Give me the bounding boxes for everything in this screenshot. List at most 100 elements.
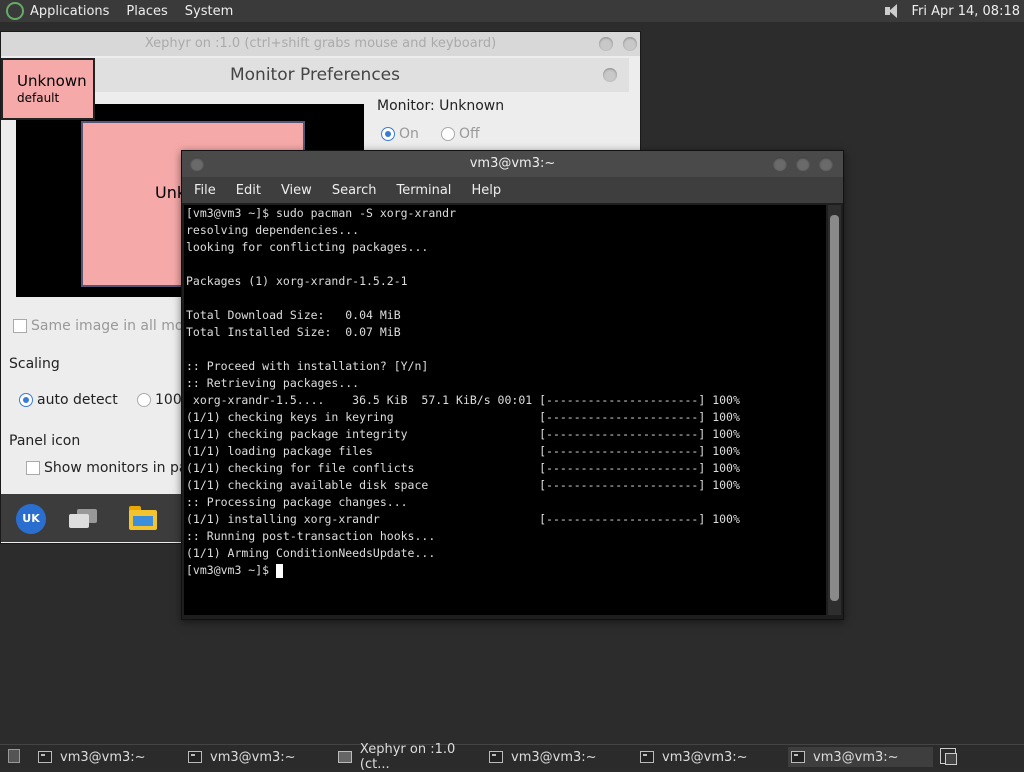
menu-terminal[interactable]: Terminal bbox=[396, 183, 451, 198]
show-monitors-checkbox[interactable]: Show monitors in pan bbox=[26, 460, 196, 476]
terminal-line: Total Download Size: 0.04 MiB bbox=[186, 308, 401, 322]
terminal-icon bbox=[791, 751, 805, 763]
terminal-line: resolving dependencies... bbox=[186, 223, 360, 237]
terminal-line: :: Processing package changes... bbox=[186, 495, 408, 509]
top-panel-tray: Fri Apr 14, 08:18 bbox=[883, 0, 1020, 22]
terminal-icon bbox=[640, 751, 654, 763]
terminal-titlebar[interactable]: vm3@vm3:~ bbox=[182, 151, 843, 177]
maximize-icon[interactable] bbox=[796, 157, 810, 171]
xephyr-titlebar[interactable]: Xephyr on :1.0 (ctrl+shift grabs mouse a… bbox=[1, 32, 640, 56]
terminal-menubar: File Edit View Search Terminal Help bbox=[182, 177, 843, 203]
taskbar-item[interactable]: vm3@vm3:~ bbox=[640, 747, 785, 767]
checkbox-icon[interactable] bbox=[13, 319, 27, 333]
terminal-icon bbox=[38, 751, 52, 763]
radio-auto-icon[interactable] bbox=[19, 393, 33, 407]
windows-icon[interactable] bbox=[69, 509, 97, 529]
distro-logo-icon[interactable] bbox=[6, 2, 24, 20]
terminal-scrollbar[interactable] bbox=[828, 205, 841, 615]
monitor-off-radio[interactable]: Off bbox=[441, 126, 480, 142]
monitor-box-name: Unknown bbox=[17, 72, 87, 90]
dock: UK bbox=[1, 494, 181, 542]
terminal-line: Packages (1) xorg-xrandr-1.5.2-1 bbox=[186, 274, 408, 288]
text-cursor bbox=[276, 563, 284, 578]
checkbox-icon[interactable] bbox=[26, 461, 40, 475]
menu-applications[interactable]: Applications bbox=[30, 4, 109, 19]
taskbar-item[interactable]: Xephyr on :1.0 (ct... bbox=[338, 742, 488, 772]
menu-search[interactable]: Search bbox=[332, 183, 377, 198]
monitor-prefs-close-icon[interactable] bbox=[603, 68, 617, 82]
speaker-icon[interactable] bbox=[883, 3, 901, 19]
menu-places[interactable]: Places bbox=[126, 4, 167, 19]
monitor-name-label: Monitor: Unknown bbox=[377, 98, 505, 114]
close-icon[interactable] bbox=[623, 37, 637, 51]
workspace-switcher-icon[interactable] bbox=[940, 748, 957, 765]
taskbar-item[interactable]: vm3@vm3:~ bbox=[38, 747, 183, 767]
terminal-line: (1/1) checking keys in keyring [--------… bbox=[186, 410, 740, 424]
off-label: Off bbox=[459, 126, 480, 142]
scaling-heading: Scaling bbox=[9, 356, 60, 372]
folder-icon[interactable] bbox=[129, 506, 157, 530]
bottom-taskbar: vm3@vm3:~ vm3@vm3:~ Xephyr on :1.0 (ct..… bbox=[0, 742, 1024, 772]
terminal-icon bbox=[188, 751, 202, 763]
monitor-prefs-titlebar[interactable]: Monitor Preferences bbox=[1, 58, 629, 92]
minimize-icon[interactable] bbox=[773, 157, 787, 171]
taskbar-item[interactable]: vm3@vm3:~ bbox=[188, 747, 333, 767]
menu-edit[interactable]: Edit bbox=[236, 183, 261, 198]
menu-help[interactable]: Help bbox=[471, 183, 501, 198]
show-monitors-label: Show monitors in pan bbox=[44, 460, 197, 476]
terminal-line: (1/1) checking for file conflicts [-----… bbox=[186, 461, 740, 475]
xephyr-icon bbox=[338, 751, 352, 763]
terminal-output[interactable]: [vm3@vm3 ~]$ sudo pacman -S xorg-xrandr … bbox=[184, 205, 826, 615]
taskbar-item[interactable]: vm3@vm3:~ bbox=[489, 747, 634, 767]
terminal-line: looking for conflicting packages... bbox=[186, 240, 429, 254]
monitor-box-sub: default bbox=[17, 91, 60, 105]
uk-logo-icon[interactable]: UK bbox=[16, 504, 46, 534]
menu-file[interactable]: File bbox=[194, 183, 216, 198]
panel-icon-heading: Panel icon bbox=[9, 433, 81, 449]
taskbar-item-active[interactable]: vm3@vm3:~ bbox=[788, 747, 933, 767]
scrollbar-thumb[interactable] bbox=[830, 215, 839, 601]
terminal-line: (1/1) checking package integrity [------… bbox=[186, 427, 740, 441]
terminal-line: (1/1) loading package files [-----------… bbox=[186, 444, 740, 458]
top-panel: Applications Places System Fri Apr 14, 0… bbox=[0, 0, 1024, 22]
terminal-line: :: Proceed with installation? [Y/n] bbox=[186, 359, 429, 373]
minimize-icon[interactable] bbox=[599, 37, 613, 51]
monitor-prefs-title: Monitor Preferences bbox=[229, 65, 400, 85]
terminal-line: (1/1) Arming ConditionNeedsUpdate... bbox=[186, 546, 436, 560]
radio-100-icon[interactable] bbox=[137, 393, 151, 407]
monitor-on-radio[interactable]: On bbox=[381, 126, 419, 142]
scaling-auto-radio[interactable]: auto detect bbox=[19, 392, 118, 408]
taskbar-item-label: vm3@vm3:~ bbox=[813, 749, 899, 765]
terminal-line: Total Installed Size: 0.07 MiB bbox=[186, 325, 401, 339]
terminal-prompt: [vm3@vm3 ~]$ bbox=[186, 563, 277, 577]
terminal-line: (1/1) installing xorg-xrandr [----------… bbox=[186, 512, 740, 526]
terminal-window: vm3@vm3:~ File Edit View Search Terminal… bbox=[181, 150, 844, 620]
scaling-100-radio[interactable]: 100 bbox=[137, 392, 182, 408]
clock[interactable]: Fri Apr 14, 08:18 bbox=[911, 4, 1020, 19]
radio-on-icon[interactable] bbox=[381, 127, 395, 141]
same-image-checkbox[interactable]: Same image in all mon bbox=[13, 318, 192, 334]
taskbar-item-label: vm3@vm3:~ bbox=[662, 749, 748, 765]
terminal-line: (1/1) checking available disk space [---… bbox=[186, 478, 740, 492]
same-image-label: Same image in all mon bbox=[31, 318, 193, 334]
xephyr-title: Xephyr on :1.0 (ctrl+shift grabs mouse a… bbox=[144, 36, 497, 51]
show-desktop-icon[interactable] bbox=[8, 749, 20, 763]
taskbar-item-label: vm3@vm3:~ bbox=[511, 749, 597, 765]
radio-off-icon[interactable] bbox=[441, 127, 455, 141]
terminal-line: [vm3@vm3 ~]$ sudo pacman -S xorg-xrandr bbox=[186, 206, 457, 220]
terminal-icon bbox=[489, 751, 503, 763]
terminal-line: xorg-xrandr-1.5.... 36.5 KiB 57.1 KiB/s … bbox=[186, 393, 740, 407]
percent-100-label: 100 bbox=[155, 392, 182, 408]
menu-view[interactable]: View bbox=[281, 183, 312, 198]
window-menu-icon[interactable] bbox=[190, 157, 204, 171]
terminal-line: :: Retrieving packages... bbox=[186, 376, 360, 390]
close-icon[interactable] bbox=[819, 157, 833, 171]
menu-system[interactable]: System bbox=[185, 4, 233, 19]
monitor-box-unknown[interactable]: Unknown default bbox=[1, 58, 95, 120]
taskbar-item-label: vm3@vm3:~ bbox=[210, 749, 296, 765]
taskbar-item-label: vm3@vm3:~ bbox=[60, 749, 146, 765]
on-label: On bbox=[399, 126, 419, 142]
